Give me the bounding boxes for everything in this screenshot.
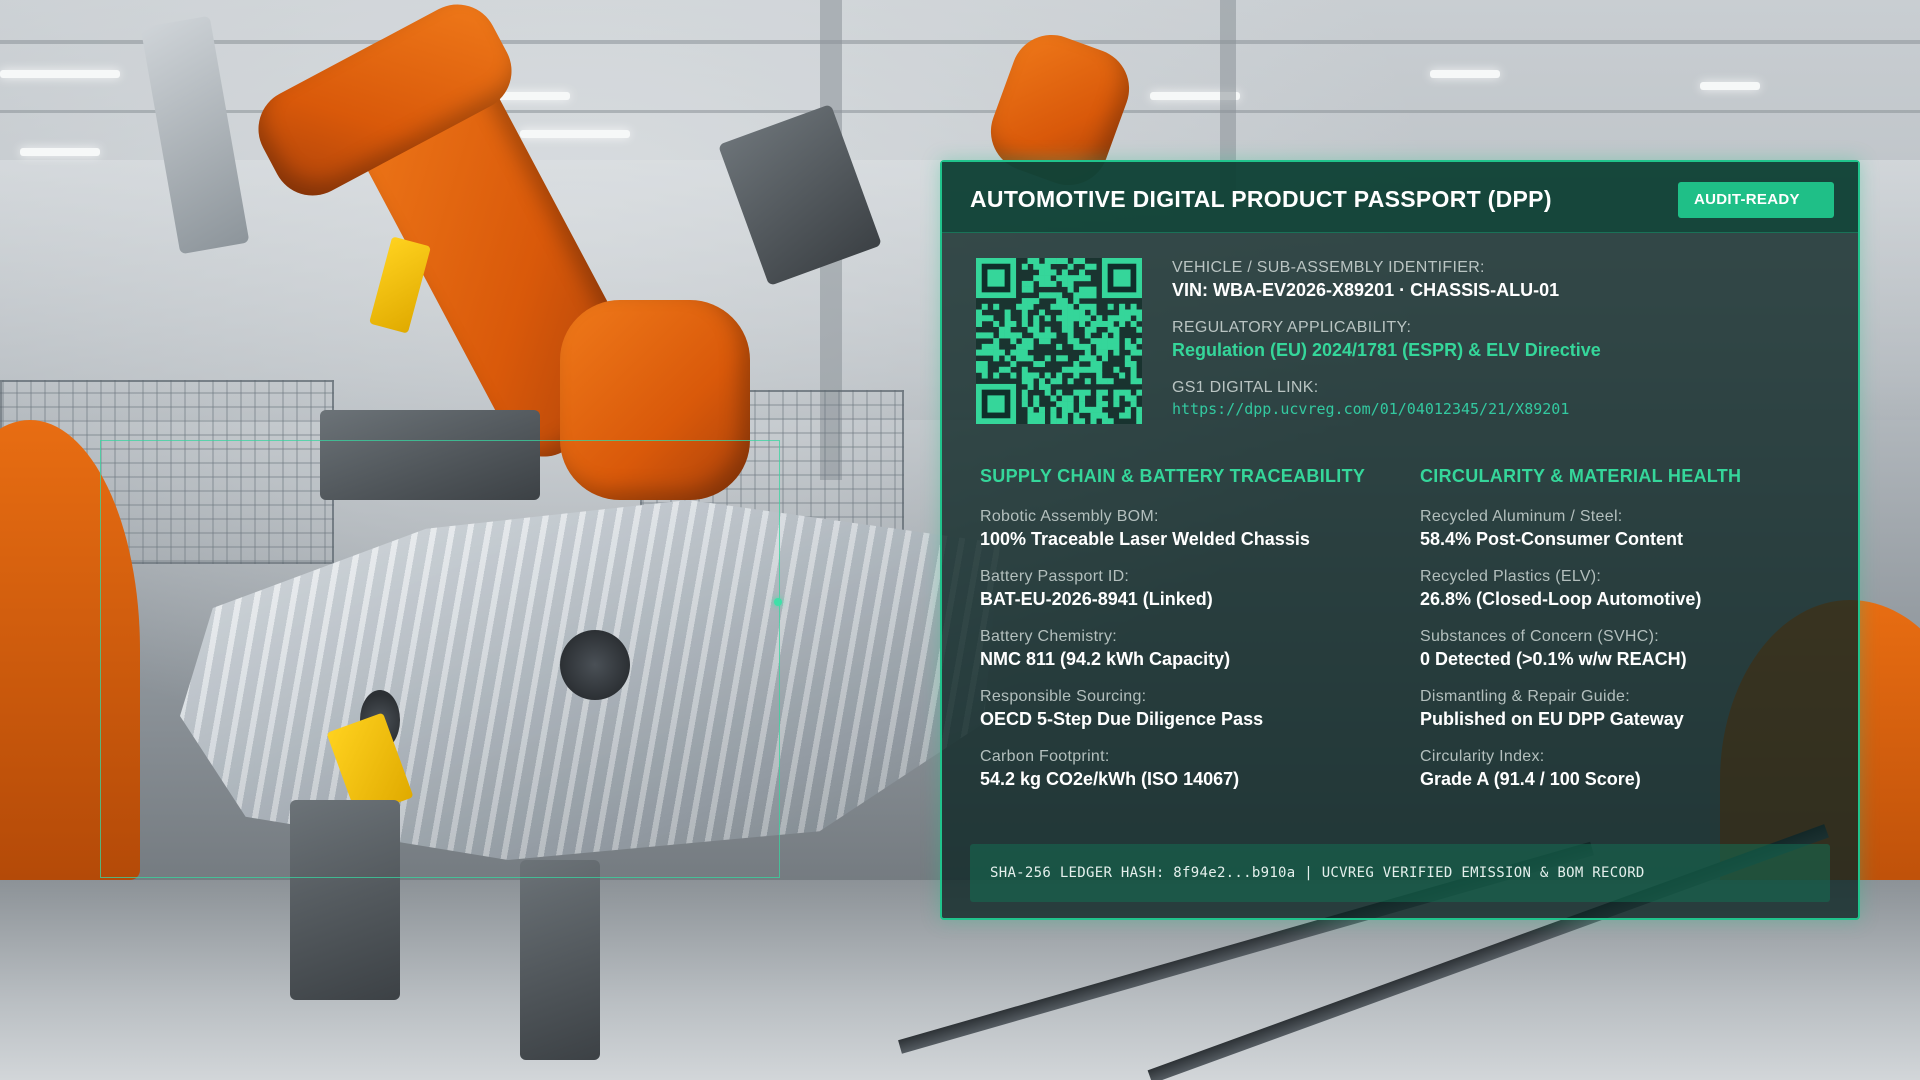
regulatory-value: Regulation (EU) 2024/1781 (ESPR) & ELV D… <box>1172 340 1601 360</box>
qr-code-icon[interactable] <box>976 258 1142 424</box>
vehicle-identifier-label: VEHICLE / SUB-ASSEMBLY IDENTIFIER: <box>1172 259 1485 276</box>
panel-header: AUTOMOTIVE DIGITAL PRODUCT PASSPORT (DPP… <box>942 162 1858 233</box>
supply-chain-item-row: Battery Passport ID: BAT-EU-2026-8941 (Li… <box>980 567 1400 627</box>
vehicle-identifier-row: VEHICLE / SUB-ASSEMBLY IDENTIFIER: VIN: … <box>1172 258 1832 302</box>
supply-chain-item-label: Carbon Footprint: <box>980 748 1110 765</box>
supply-chain-item-value: 54.2 kg CO2e/kWh (ISO 14067) <box>980 769 1240 789</box>
gs1-link-label: GS1 DIGITAL LINK: <box>1172 379 1319 396</box>
circularity-item-value: Published on EU DPP Gateway <box>1420 709 1684 729</box>
factory-scene: AUTOMOTIVE DIGITAL PRODUCT PASSPORT (DPP… <box>0 0 1920 1080</box>
ceiling-truss <box>0 40 1920 44</box>
supply-chain-item-label: Battery Passport ID: <box>980 568 1130 585</box>
dpp-panel: AUTOMOTIVE DIGITAL PRODUCT PASSPORT (DPP… <box>940 160 1860 920</box>
selection-box <box>100 440 780 878</box>
circularity-item-value: 26.8% (Closed-Loop Automotive) <box>1420 589 1702 609</box>
circularity-item-label: Circularity Index: <box>1420 748 1545 765</box>
selection-anchor-dot <box>774 598 782 606</box>
gs1-link-row: GS1 DIGITAL LINK: https://dpp.ucvreg.com… <box>1172 378 1832 420</box>
audit-ready-badge[interactable]: AUDIT-READY <box>1678 182 1834 218</box>
circularity-item-row: Substances of Concern (SVHC): 0 Detected … <box>1420 627 1840 687</box>
supply-chain-section: SUPPLY CHAIN & BATTERY TRACEABILITY Robo… <box>980 466 1400 807</box>
supply-chain-item-row: Responsible Sourcing: OECD 5-Step Due Dil… <box>980 687 1400 747</box>
circularity-item-label: Recycled Plastics (ELV): <box>1420 568 1602 585</box>
circularity-title: CIRCULARITY & MATERIAL HEALTH <box>1420 466 1742 486</box>
supply-chain-item-value: OECD 5-Step Due Diligence Pass <box>980 709 1264 729</box>
ceiling-light <box>20 148 100 156</box>
circularity-item-row: Recycled Plastics (ELV): 26.8% (Closed-Lo… <box>1420 567 1840 627</box>
circularity-item-value: Grade A (91.4 / 100 Score) <box>1420 769 1641 789</box>
circularity-section: CIRCULARITY & MATERIAL HEALTH Recycled A… <box>1420 466 1840 807</box>
circularity-list: Recycled Aluminum / Steel: 58.4% Post-Con… <box>1420 507 1840 807</box>
circularity-item-row: Circularity Index: Grade A (91.4 / 100 Sc… <box>1420 747 1840 807</box>
supply-chain-item-value: NMC 811 (94.2 kWh Capacity) <box>980 649 1231 669</box>
supply-chain-item-row: Battery Chemistry: NMC 811 (94.2 kWh Capa… <box>980 627 1400 687</box>
supply-chain-item-row: Carbon Footprint: 54.2 kg CO2e/kWh (ISO 1… <box>980 747 1400 807</box>
circularity-item-value: 0 Detected (>0.1% w/w REACH) <box>1420 649 1687 669</box>
supply-chain-item-label: Robotic Assembly BOM: <box>980 508 1159 525</box>
ceiling-light <box>520 130 630 138</box>
ceiling-light <box>1430 70 1500 78</box>
supply-chain-item-row: Robotic Assembly BOM: 100% Traceable Lase… <box>980 507 1400 567</box>
circularity-item-label: Dismantling & Repair Guide: <box>1420 688 1630 705</box>
supply-chain-item-label: Responsible Sourcing: <box>980 688 1147 705</box>
circularity-item-row: Dismantling & Repair Guide: Published on … <box>1420 687 1840 747</box>
vehicle-identifier-value: VIN: WBA-EV2026-X89201 · CHASSIS-ALU-01 <box>1172 280 1560 300</box>
circularity-item-row: Recycled Aluminum / Steel: 58.4% Post-Con… <box>1420 507 1840 567</box>
supply-chain-item-label: Battery Chemistry: <box>980 628 1117 645</box>
gs1-digital-link[interactable]: https://dpp.ucvreg.com/01/04012345/21/X8… <box>1172 400 1569 418</box>
ledger-hash-bar: SHA-256 LEDGER HASH: 8f94e2...b910a | UC… <box>970 844 1830 902</box>
regulatory-row: REGULATORY APPLICABILITY: Regulation (EU… <box>1172 318 1832 362</box>
supply-chain-item-value: 100% Traceable Laser Welded Chassis <box>980 529 1310 549</box>
circularity-item-label: Recycled Aluminum / Steel: <box>1420 508 1623 525</box>
regulatory-label: REGULATORY APPLICABILITY: <box>1172 319 1412 336</box>
fixture-stand <box>520 860 600 1060</box>
ceiling-light <box>0 70 120 78</box>
supply-chain-item-value: BAT-EU-2026-8941 (Linked) <box>980 589 1213 609</box>
circularity-item-value: 58.4% Post-Consumer Content <box>1420 529 1684 549</box>
circularity-item-label: Substances of Concern (SVHC): <box>1420 628 1660 645</box>
supply-chain-title: SUPPLY CHAIN & BATTERY TRACEABILITY <box>980 466 1366 486</box>
panel-title: AUTOMOTIVE DIGITAL PRODUCT PASSPORT (DPP… <box>970 186 1552 212</box>
ceiling-light <box>1700 82 1760 90</box>
supply-chain-list: Robotic Assembly BOM: 100% Traceable Lase… <box>980 507 1400 807</box>
identity-block: VEHICLE / SUB-ASSEMBLY IDENTIFIER: VIN: … <box>1172 258 1832 436</box>
qr-code-graphic <box>976 258 1142 424</box>
